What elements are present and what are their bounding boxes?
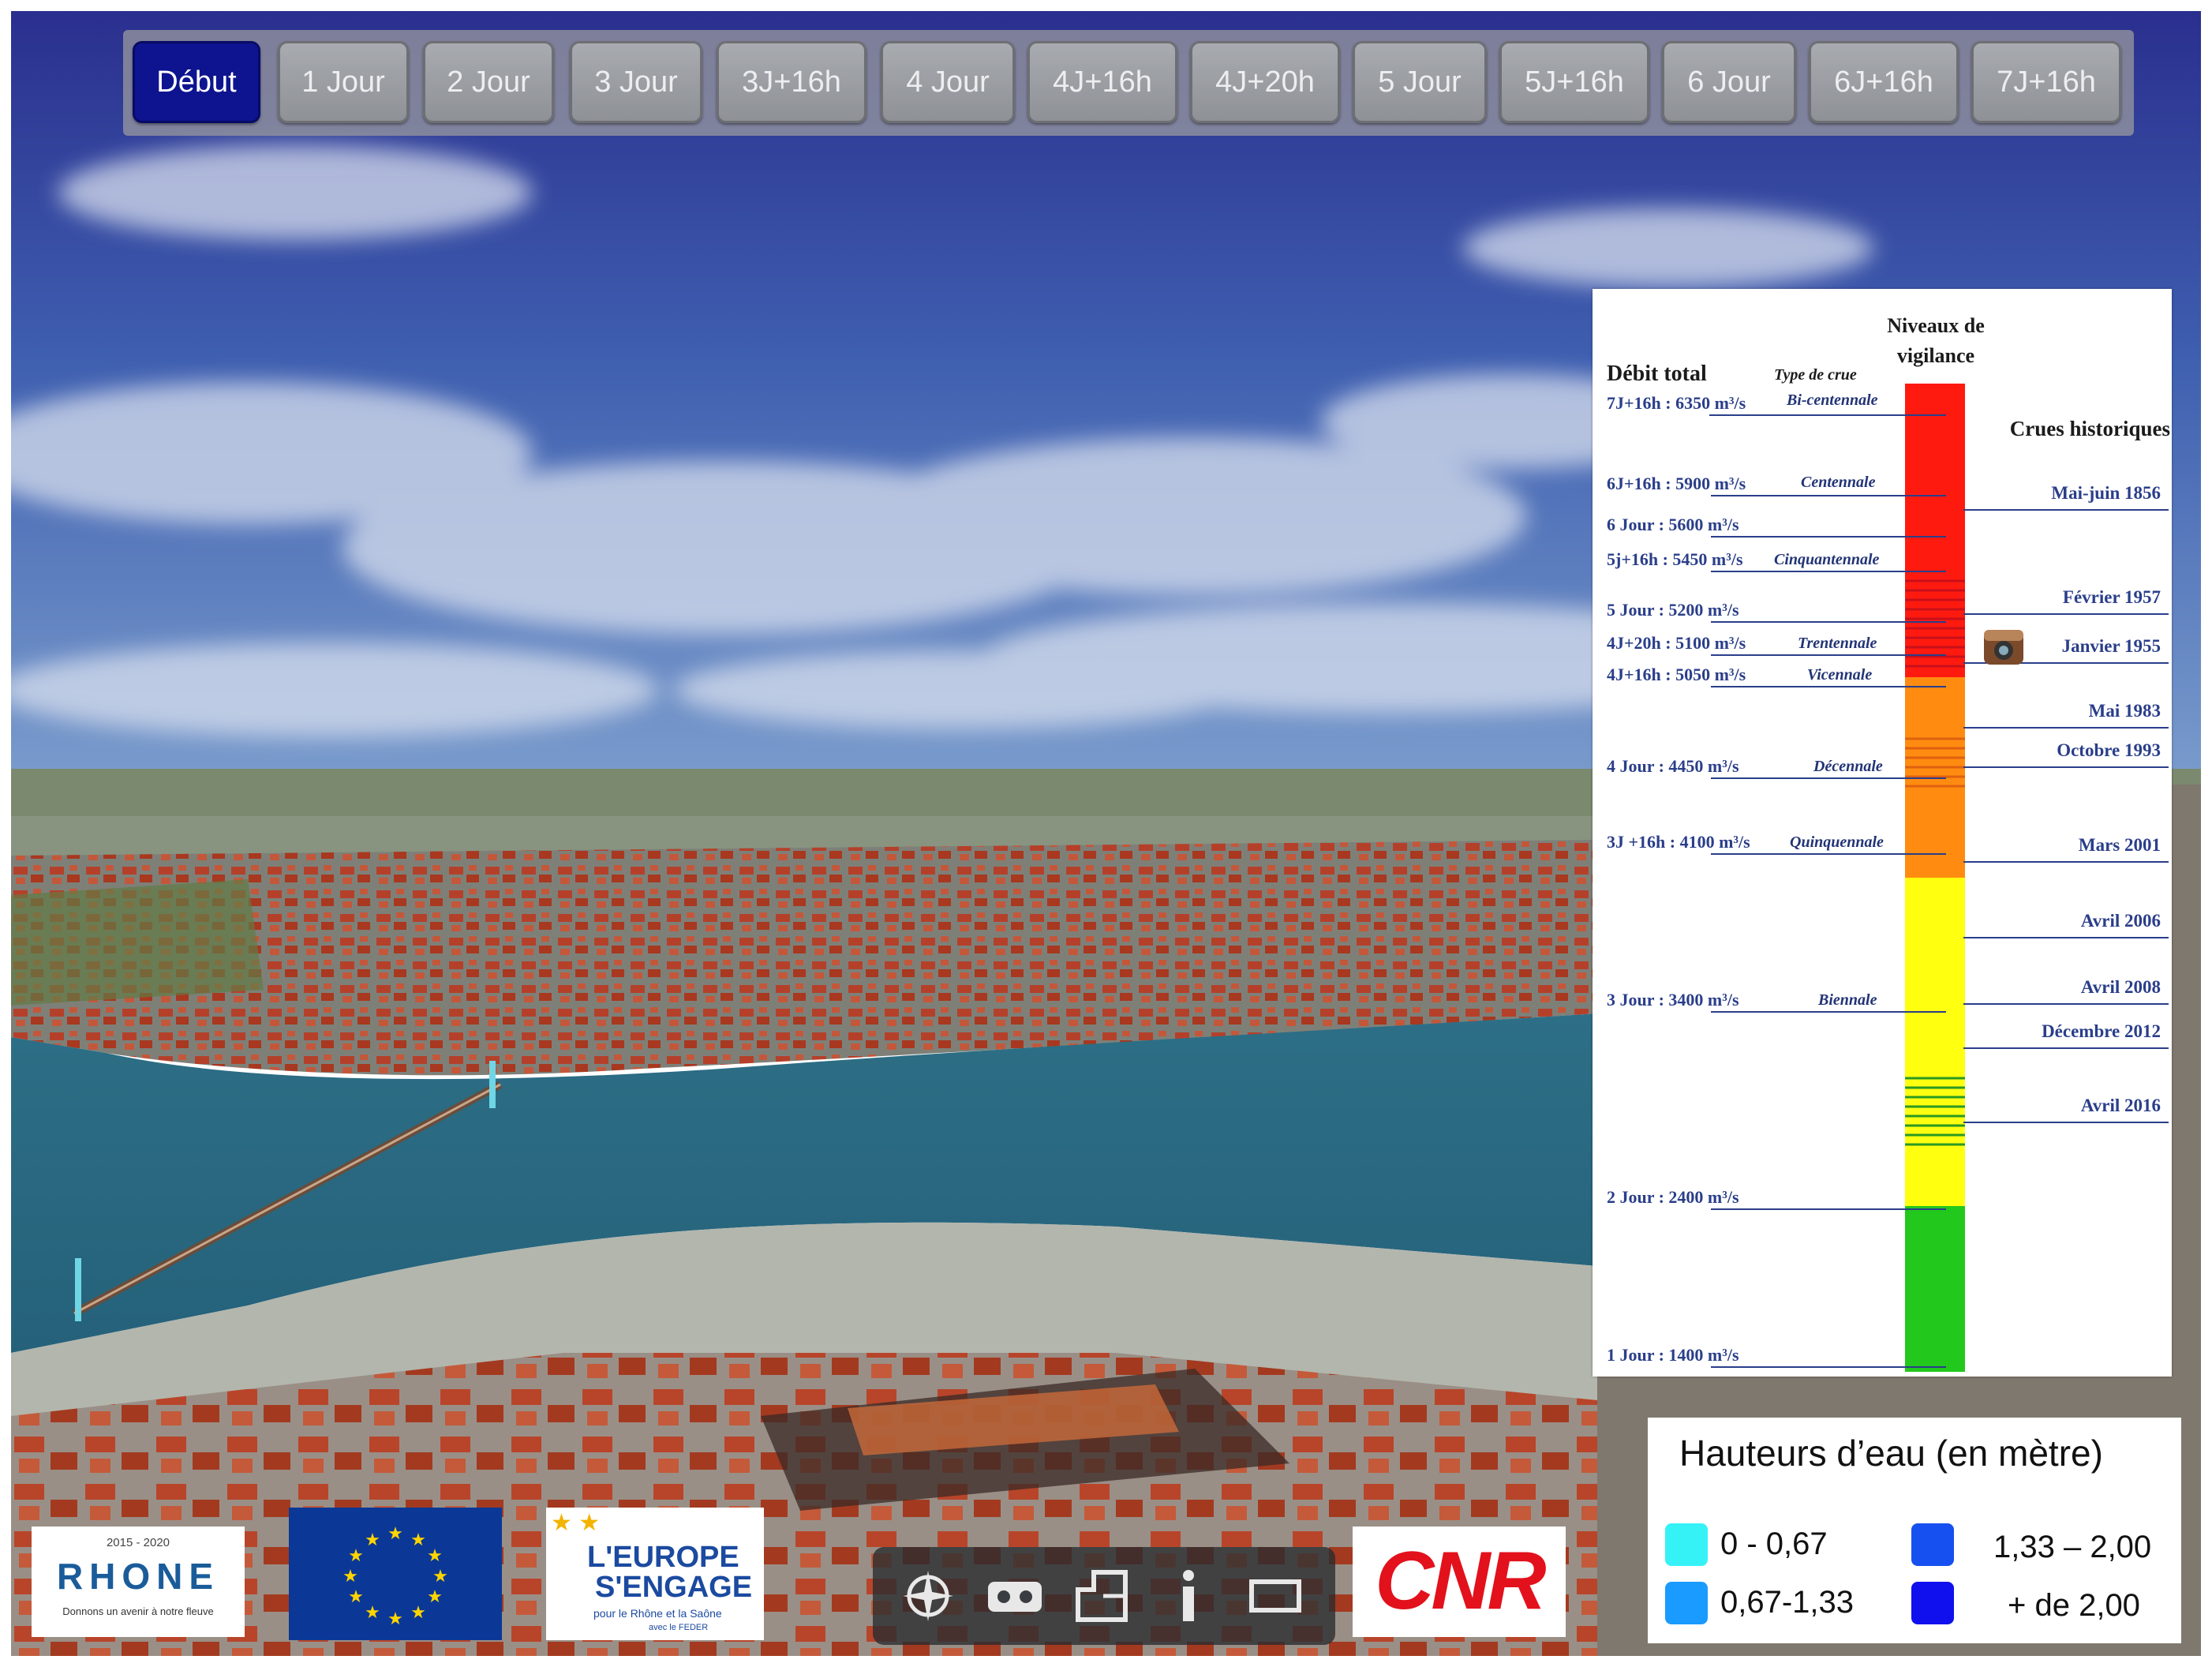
rhone-logo-name: RHONE <box>56 1556 220 1597</box>
historic-flood-label: Mars 2001 <box>2078 835 2161 855</box>
historic-flood-label: Mai 1983 <box>2088 701 2161 721</box>
cnr-logo: CNR <box>1353 1527 1566 1637</box>
crue-type-label: Biennale <box>1818 991 1877 1009</box>
debit-label: 6J+16h : 5900 m³/s <box>1607 474 1746 493</box>
legend-label: 1,33 – 2,00 <box>1993 1530 2152 1564</box>
debit-label: 4J+16h : 5050 m³/s <box>1607 665 1746 684</box>
legend-label: + de 2,00 <box>2008 1588 2140 1623</box>
crue-type-label: Vicennale <box>1807 666 1873 684</box>
svg-text:★: ★ <box>342 1567 358 1586</box>
svg-text:★: ★ <box>348 1587 364 1607</box>
debit-label: 5j+16h : 5450 m³/s <box>1607 549 1743 569</box>
europe-logo-line3: pour le Rhône et la Saône <box>593 1607 722 1620</box>
timeline-button-4j20h[interactable]: 4J+20h <box>1190 41 1340 123</box>
floor-plan-icon[interactable] <box>1070 1564 1133 1628</box>
historic-flood-label: Janvier 1955 <box>2061 636 2161 656</box>
debit-label: 7J+16h : 6350 m³/s <box>1607 393 1746 413</box>
historic-flood-label: Mai-juin 1856 <box>2051 483 2161 503</box>
legend-label: 0 - 0,67 <box>1720 1527 1828 1561</box>
timeline-button-3j16h[interactable]: 3J+16h <box>717 41 866 123</box>
svg-text:★: ★ <box>365 1603 380 1623</box>
legend-swatch <box>1665 1582 1708 1624</box>
water-height-legend: Hauteurs d’eau (en mètre) 0 - 0,67 0,67-… <box>1648 1418 2181 1643</box>
debit-label: 4J+20h : 5100 m³/s <box>1607 633 1746 653</box>
historic-flood-label: Décembre 2012 <box>2042 1021 2161 1041</box>
cnr-logo-text: CNR <box>1375 1535 1546 1627</box>
europe-logo-line2: S'ENGAGE <box>595 1571 753 1604</box>
historic-flood-label: Avril 2006 <box>2080 911 2161 931</box>
debit-label: 6 Jour : 5600 m³/s <box>1607 515 1739 534</box>
europe-sengage-logo: ★ ★ L'EUROPE S'ENGAGE pour le Rhône et l… <box>546 1508 764 1640</box>
timeline-button-4j16h[interactable]: 4J+16h <box>1027 41 1177 123</box>
timeline-button-5j16h[interactable]: 5J+16h <box>1499 41 1649 123</box>
svg-text:★: ★ <box>387 1524 403 1544</box>
svg-text:★: ★ <box>410 1530 426 1550</box>
timeline-button-7j16h[interactable]: 7J+16h <box>1971 41 2121 123</box>
historic-flood-label: Avril 2016 <box>2080 1096 2161 1115</box>
historic-flood-label: Février 1957 <box>2062 587 2161 607</box>
svg-text:★: ★ <box>387 1609 403 1629</box>
crue-type-label: Trentennale <box>1798 635 1877 652</box>
legend-swatch <box>1911 1582 1954 1624</box>
legend-label: 0,67-1,33 <box>1720 1585 1855 1620</box>
rhone-logo-tagline: Donnons un avenir à notre fleuve <box>62 1605 214 1617</box>
vigilance-level-green <box>1905 1206 1965 1372</box>
legend-swatch <box>1665 1523 1708 1566</box>
vigilance-level-red <box>1905 384 1965 677</box>
timeline-button-2-jour[interactable]: 2 Jour <box>423 41 554 123</box>
rhone-logo-years: 2015 - 2020 <box>106 1536 170 1549</box>
info-icon[interactable] <box>1157 1564 1220 1628</box>
timeline-button-3-jour[interactable]: 3 Jour <box>570 41 702 123</box>
historic-flood-label: Avril 2008 <box>2080 977 2161 997</box>
svg-text:★: ★ <box>410 1603 426 1623</box>
camera-icon[interactable] <box>1984 630 2023 665</box>
fullscreen-icon[interactable] <box>1244 1564 1307 1628</box>
rhone-logo: 2015 - 2020 RHONE Donnons un avenir à no… <box>32 1527 245 1637</box>
crue-type-label: Centennale <box>1801 474 1876 491</box>
compass-icon[interactable] <box>896 1564 960 1628</box>
viewer-3d[interactable]: Début 1 Jour 2 Jour 3 Jour 3J+16h 4 Jour… <box>11 11 2201 1656</box>
europe-stars-icon: ★ ★ <box>551 1510 601 1536</box>
europe-logo-line4: avec le FEDER <box>649 1623 709 1632</box>
vigilance-level-yellow <box>1905 878 1965 1206</box>
debit-label: 3 Jour : 3400 m³/s <box>1607 990 1739 1010</box>
svg-text:★: ★ <box>365 1530 380 1550</box>
svg-text:★: ★ <box>432 1567 448 1586</box>
debit-label: 5 Jour : 5200 m³/s <box>1607 600 1739 620</box>
timeline-button-6-jour[interactable]: 6 Jour <box>1662 41 1796 123</box>
timeline-button-debut[interactable]: Début <box>133 41 260 123</box>
timeline-button-4-jour[interactable]: 4 Jour <box>881 41 1015 123</box>
eu-stars-icon: ★ ★★ ★★★ ★★★ ★★★ <box>342 1524 448 1629</box>
legend-swatch <box>1911 1523 1954 1566</box>
svg-text:★: ★ <box>348 1546 364 1566</box>
timeline-button-6j16h[interactable]: 6J+16h <box>1809 41 1959 123</box>
crue-type-label: Décennale <box>1813 758 1883 775</box>
eu-flag-logo: ★ ★ ★ ★ ★ ★ ★ ★ ★ ★ ★ ★ <box>289 1508 502 1640</box>
crue-type-label: Cinquantennale <box>1774 551 1880 568</box>
timeline-button-1-jour[interactable]: 1 Jour <box>278 41 409 123</box>
debit-label: 4 Jour : 4450 m³/s <box>1607 756 1739 776</box>
svg-text:★: ★ <box>427 1587 443 1607</box>
europe-logo-line1: L'EUROPE <box>587 1541 739 1574</box>
vigilance-panel: Débit total Type de crue Niveaux de vigi… <box>1593 289 2172 1377</box>
timeline-bar: Début 1 Jour 2 Jour 3 Jour 3J+16h 4 Jour… <box>123 30 2134 136</box>
vr-headset-icon[interactable] <box>983 1564 1046 1628</box>
historic-flood-label: Octobre 1993 <box>2057 740 2161 760</box>
viewer-toolbar <box>873 1547 1335 1645</box>
debit-label: 2 Jour : 2400 m³/s <box>1607 1187 1739 1207</box>
crue-type-label: Bi-centennale <box>1787 391 1878 409</box>
svg-text:★: ★ <box>427 1546 443 1566</box>
crue-type-label: Quinquennale <box>1790 834 1884 851</box>
debit-label: 1 Jour : 1400 m³/s <box>1607 1345 1739 1365</box>
debit-label: 3J +16h : 4100 m³/s <box>1607 832 1750 852</box>
timeline-button-5-jour[interactable]: 5 Jour <box>1353 41 1487 123</box>
legend-title: Hauteurs d’eau (en mètre) <box>1679 1433 2103 1474</box>
